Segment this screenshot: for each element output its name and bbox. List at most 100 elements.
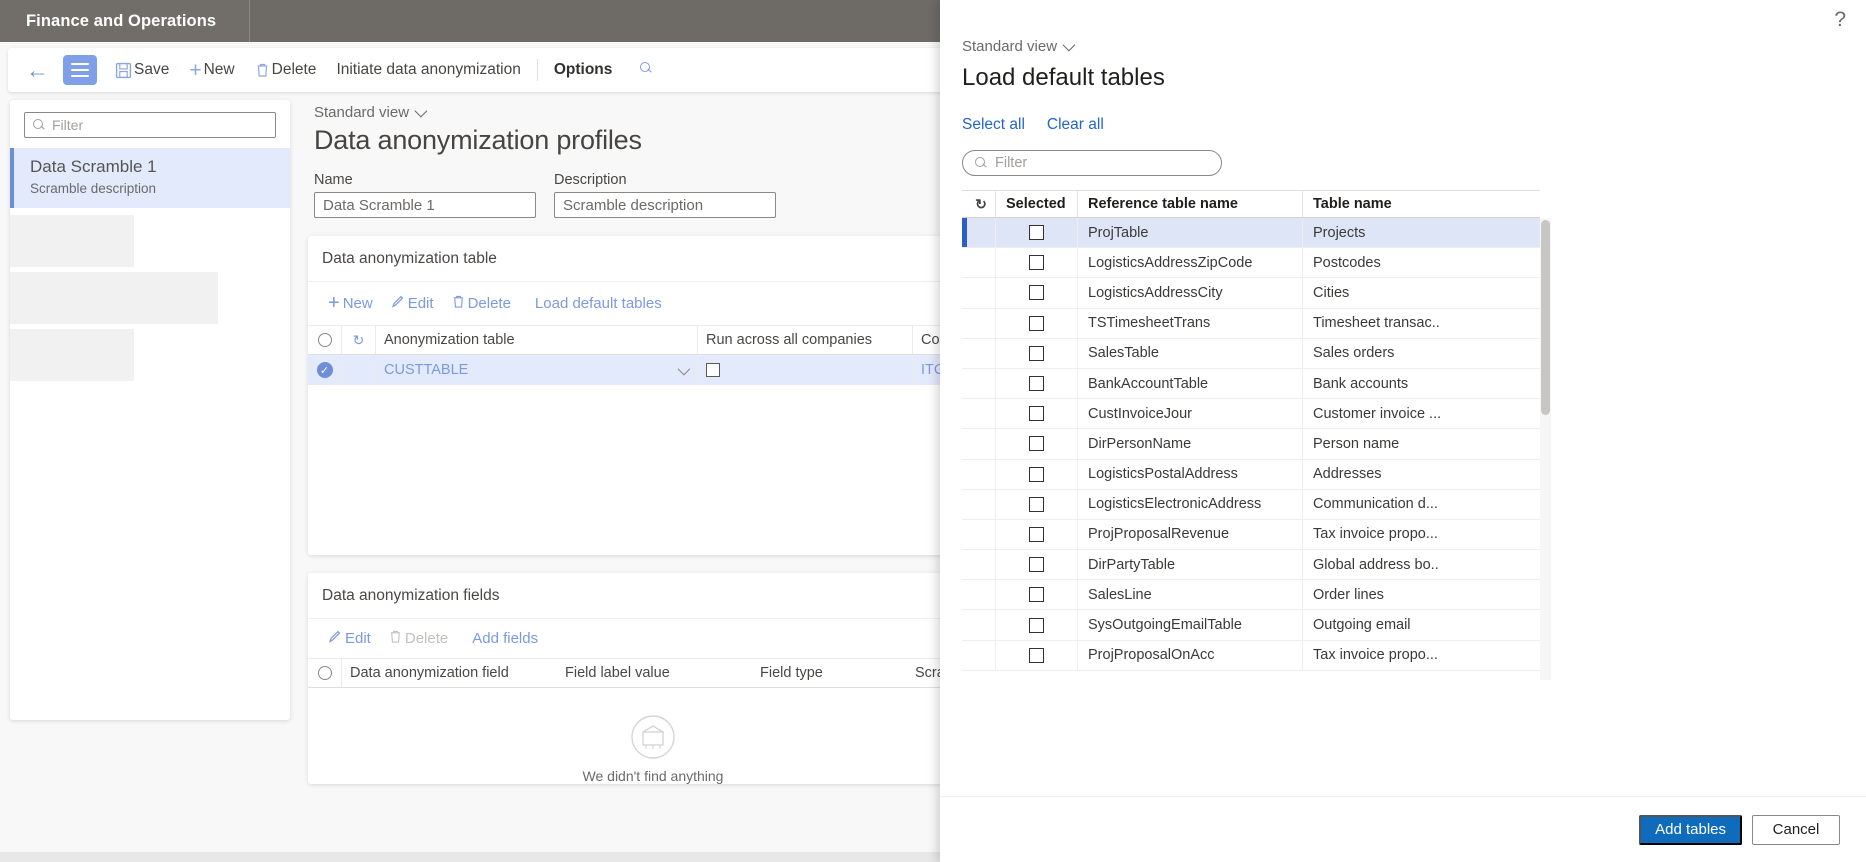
list-item[interactable]: Data Scramble 1 Scramble description (10, 148, 290, 208)
view-selector[interactable]: Standard view (314, 104, 1000, 121)
refresh-column-header[interactable]: ↻ (967, 191, 996, 217)
load-default-tables-button[interactable]: Load default tables (529, 295, 668, 312)
selected-checkbox[interactable] (1029, 557, 1044, 573)
selected-checkbox[interactable] (1029, 345, 1044, 361)
cell-selected[interactable] (996, 368, 1078, 399)
table-row[interactable]: DirPersonName Person name (962, 429, 1540, 460)
run-across-checkbox[interactable] (706, 363, 720, 377)
list-filter-input[interactable]: Filter (24, 112, 276, 138)
table-row[interactable]: SalesTable Sales orders (962, 338, 1540, 369)
table-row[interactable]: LogisticsAddressCity Cities (962, 278, 1540, 309)
cell-table-name[interactable]: Person name (1303, 429, 1440, 458)
selected-checkbox[interactable] (1029, 647, 1044, 663)
add-tables-button[interactable]: Add tables (1639, 814, 1742, 845)
back-arrow-icon[interactable]: ← (22, 57, 59, 84)
table-row[interactable]: LogisticsPostalAddress Addresses (962, 459, 1540, 490)
cell-reference-table-name[interactable]: CustInvoiceJour (1078, 399, 1303, 429)
cell-table-name[interactable]: Order lines (1303, 580, 1440, 609)
cell-table-name[interactable]: Outgoing email (1303, 610, 1440, 639)
dialog-view-selector[interactable]: Standard view (962, 38, 1866, 55)
cell-selected[interactable] (996, 308, 1078, 338)
cell-table-name[interactable]: Customer invoice ... (1303, 399, 1440, 428)
search-icon[interactable] (622, 48, 666, 92)
cell-reference-table-name[interactable]: LogisticsAddressZipCode (1078, 248, 1303, 278)
cell-selected[interactable] (996, 459, 1078, 489)
cell-selected[interactable] (996, 338, 1078, 368)
column-header-anonymization-table[interactable]: Anonymization table (376, 326, 698, 354)
table-row[interactable]: BankAccountTable Bank accounts (962, 368, 1540, 400)
hamburger-icon[interactable] (63, 55, 97, 85)
cell-selected[interactable] (996, 610, 1078, 640)
cell-table-name[interactable]: Timesheet transac... (1303, 309, 1440, 338)
select-all-radio[interactable] (308, 326, 342, 354)
table-row[interactable]: CustInvoiceJour Customer invoice ... (962, 399, 1540, 430)
chevron-down-icon[interactable] (677, 362, 691, 375)
grid-scrollbar-thumb[interactable] (1541, 220, 1550, 415)
edit-button[interactable]: Edit (322, 630, 377, 648)
cell-reference-table-name[interactable]: LogisticsAddressCity (1078, 278, 1303, 308)
cell-reference-table-name[interactable]: BankAccountTable (1078, 368, 1303, 399)
column-header-field-type[interactable]: Field type (752, 659, 907, 687)
cell-table-name[interactable]: Sales orders (1303, 339, 1440, 368)
table-row[interactable]: ProjTable Projects (962, 218, 1540, 249)
cell-reference-table-name[interactable]: LogisticsElectronicAddress (1078, 489, 1303, 519)
cell-selected[interactable] (996, 489, 1078, 519)
cell-reference-table-name[interactable]: DirPersonName (1078, 429, 1303, 459)
cell-reference-table-name[interactable]: ProjProposalRevenue (1078, 519, 1303, 550)
cell-anonymization-table[interactable]: CUSTTABLE (376, 355, 698, 385)
table-row[interactable]: ProjProposalOnAcc Tax invoice propo... (962, 640, 1540, 671)
description-field[interactable]: Scramble description (554, 192, 776, 218)
cell-table-name[interactable]: Addresses (1303, 460, 1440, 489)
new-button[interactable]: + New (322, 292, 379, 315)
column-header-data-anonymization-field[interactable]: Data anonymization field (342, 659, 557, 687)
cell-selected[interactable] (996, 218, 1078, 248)
selected-checkbox[interactable] (1029, 225, 1044, 241)
column-header-run-across-all-companies[interactable]: Run across all companies (698, 326, 913, 354)
table-row[interactable]: LogisticsElectronicAddress Communication … (962, 489, 1540, 520)
cell-table-name[interactable]: Tax invoice propo... (1303, 641, 1440, 670)
cell-selected[interactable] (996, 580, 1078, 610)
clear-all-link[interactable]: Clear all (1047, 116, 1104, 134)
selected-checkbox[interactable] (1029, 587, 1044, 603)
cell-selected[interactable] (996, 429, 1078, 459)
cell-selected[interactable] (996, 278, 1078, 308)
cell-reference-table-name[interactable]: LogisticsPostalAddress (1078, 459, 1303, 489)
selected-checkbox[interactable] (1029, 466, 1044, 482)
cell-table-name[interactable]: Communication d... (1303, 490, 1440, 519)
cell-run-across-all-companies[interactable] (698, 355, 913, 385)
select-all-radio[interactable] (308, 659, 342, 687)
cell-reference-table-name[interactable]: SalesTable (1078, 338, 1303, 368)
selected-checkbox[interactable] (1029, 617, 1044, 633)
column-header-table-name[interactable]: Table name (1303, 191, 1440, 217)
cell-table-name[interactable]: Bank accounts (1303, 369, 1440, 398)
column-header-selected[interactable]: Selected (996, 191, 1078, 217)
cell-selected[interactable] (996, 640, 1078, 670)
column-header-field-label-value[interactable]: Field label value (557, 659, 752, 687)
cell-reference-table-name[interactable]: ProjTable (1078, 218, 1303, 248)
row-selected-indicator[interactable]: ✓ (308, 355, 342, 385)
app-tab[interactable]: Finance and Operations (0, 0, 250, 42)
name-field[interactable]: Data Scramble 1 (314, 192, 536, 218)
table-row[interactable]: SalesLine Order lines (962, 580, 1540, 611)
cell-reference-table-name[interactable]: TSTimesheetTrans (1078, 308, 1303, 338)
cell-selected[interactable] (996, 550, 1078, 580)
options-menu[interactable]: Options (544, 48, 623, 92)
delete-button[interactable]: Delete (245, 48, 327, 92)
table-row[interactable]: LogisticsAddressZipCode Postcodes (962, 248, 1540, 279)
refresh-column-header[interactable]: ↻ (342, 326, 376, 354)
table-row[interactable]: ProjProposalRevenue Tax invoice propo... (962, 519, 1540, 551)
select-all-link[interactable]: Select all (962, 116, 1025, 134)
table-row[interactable]: ✓ CUSTTABLE ITCC (308, 355, 998, 385)
selected-checkbox[interactable] (1029, 376, 1044, 392)
cell-table-name[interactable]: Projects (1303, 218, 1440, 247)
selected-checkbox[interactable] (1029, 315, 1044, 331)
save-button[interactable]: Save (105, 48, 179, 92)
cell-table-name[interactable]: Tax invoice propo... (1303, 520, 1440, 549)
new-button[interactable]: + New (179, 48, 244, 92)
add-fields-button[interactable]: Add fields (466, 630, 544, 647)
dialog-filter-input[interactable]: Filter (962, 150, 1222, 176)
cell-selected[interactable] (996, 248, 1078, 278)
selected-checkbox[interactable] (1029, 496, 1044, 512)
cell-table-name[interactable]: Postcodes (1303, 248, 1440, 277)
selected-checkbox[interactable] (1029, 436, 1044, 452)
